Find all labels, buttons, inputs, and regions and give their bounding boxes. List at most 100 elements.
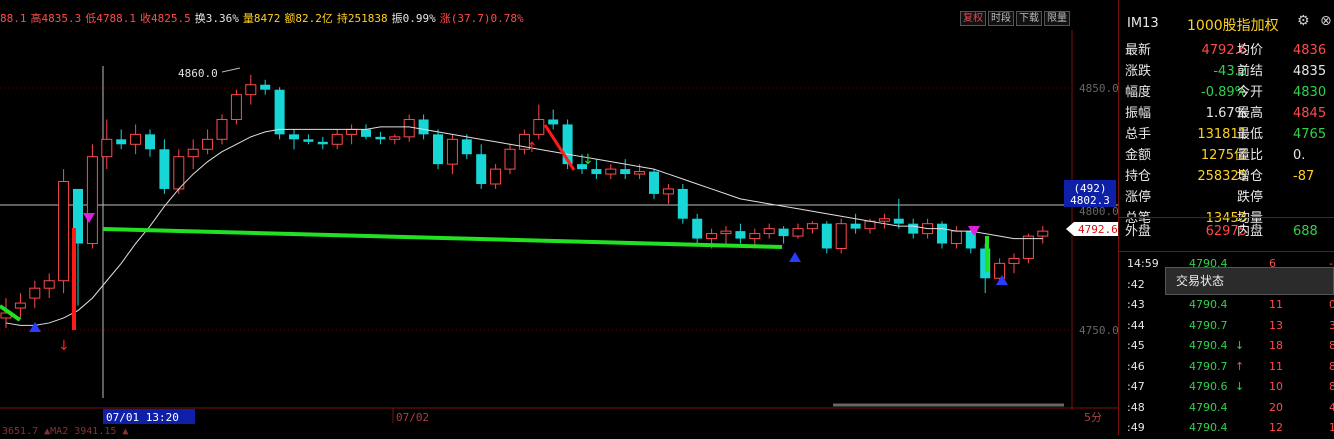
candle-body — [504, 148, 516, 170]
info-amplitude: 振0.99% — [391, 12, 436, 25]
contract-name[interactable]: 1000股指加权 — [1187, 15, 1279, 35]
tick-volume: 12 — [1269, 421, 1283, 434]
peak-label: 4860.0 — [178, 67, 218, 80]
tick-price: 4790.6 — [1189, 380, 1228, 393]
candle-body — [1022, 235, 1034, 259]
quote-value-2: 0. — [1293, 148, 1306, 163]
quote-row: 总手 131811 最低 4765 — [1125, 124, 1334, 145]
candle-body — [548, 119, 559, 125]
candle-body — [591, 169, 602, 175]
candle-body — [274, 89, 285, 135]
candle-body — [850, 223, 861, 229]
candle-body — [346, 128, 358, 135]
download-button[interactable]: 下载 — [1016, 11, 1042, 26]
bottom-indicator-text: 3651.7 ▲MA2 3941.15 ▲ — [2, 426, 128, 435]
candle-body — [1037, 230, 1049, 237]
candle-body — [533, 118, 545, 135]
gear-icon[interactable]: ⚙ — [1297, 13, 1310, 29]
tick-price: 4790.4 — [1189, 400, 1228, 414]
info-hold: 持251838 — [336, 12, 388, 25]
candle-body — [14, 302, 26, 309]
tick-time: :45 — [1127, 339, 1145, 352]
info-close: 收4825.5 — [140, 12, 191, 25]
tick-row: :47 4790.6 ↓ 10 8 — [1125, 377, 1334, 398]
candle-body — [403, 118, 415, 138]
time-range-button[interactable]: 时段 — [988, 11, 1014, 26]
tick-price: 4790.7 — [1189, 318, 1228, 332]
close-icon[interactable]: ⊗ — [1320, 13, 1332, 29]
tick-arrow: ↓ — [1235, 339, 1245, 352]
candle-body — [1008, 257, 1020, 264]
candle-body — [116, 139, 127, 145]
quote-label-2: 最高 — [1237, 106, 1264, 121]
candle-body — [361, 129, 371, 137]
tick-volume: 20 — [1269, 400, 1283, 414]
quote-label: 最新 — [1125, 43, 1152, 58]
tick-volume: 11 — [1269, 298, 1283, 311]
trade-status-popup[interactable]: 交易状态 — [1165, 267, 1334, 295]
inner-label: 内盘 — [1237, 224, 1264, 239]
quote-label-2: 量比 — [1237, 148, 1264, 163]
tick-net: 8 — [1329, 359, 1334, 373]
quote-value-2: 4765 — [1293, 127, 1327, 142]
tick-price: 4790.4 — [1189, 421, 1228, 434]
candle-body — [692, 218, 703, 239]
candle-body — [461, 139, 472, 155]
candle-body — [389, 136, 401, 140]
candle-body — [864, 220, 876, 230]
quote-label: 涨停 — [1125, 190, 1152, 205]
tick-volume: 13 — [1269, 318, 1283, 332]
limit-button[interactable]: 限量 — [1044, 11, 1070, 26]
quote-label-2: 跌停 — [1237, 190, 1264, 205]
quote-row: 涨停 跌停 — [1125, 187, 1334, 208]
candle-body — [792, 228, 804, 237]
quote-label: 振幅 — [1125, 106, 1152, 121]
candle-body — [878, 218, 890, 222]
quote-label-2: 今开 — [1237, 85, 1264, 100]
quote-label: 幅度 — [1125, 85, 1152, 100]
candle-body — [159, 149, 170, 189]
candle-body — [187, 148, 199, 158]
quote-label: 金额 — [1125, 148, 1152, 163]
info-amount: 额82.2亿 — [284, 12, 333, 25]
candle-body — [130, 133, 142, 145]
tick-time: :44 — [1127, 318, 1145, 332]
candle-body — [706, 233, 718, 240]
tick-time: :46 — [1127, 359, 1145, 373]
tick-row: :48 4790.4 20 4 — [1125, 398, 1334, 419]
period-label: 5分 — [1084, 411, 1102, 424]
candle-body — [476, 154, 487, 184]
candle-body — [937, 223, 947, 244]
candle-body — [331, 133, 343, 145]
candle-body — [230, 94, 242, 120]
candle-group — [0, 74, 1049, 328]
tick-volume: 10 — [1269, 380, 1283, 393]
chart-toolbar: 复权 时段 下载 限量 — [960, 11, 1070, 26]
trend-line-green — [102, 227, 783, 249]
candle-body — [43, 280, 55, 289]
candle-body — [720, 230, 732, 235]
quote-label: 涨跌 — [1125, 64, 1152, 79]
candle-body — [145, 134, 155, 150]
quote-row: 最新 4792.6 均价 4836 — [1125, 40, 1334, 61]
candle-body — [763, 228, 775, 235]
candle-body — [778, 228, 789, 237]
tick-arrow: ↑ — [1235, 359, 1245, 373]
day-label: 07/02 — [396, 411, 429, 424]
candle-body — [216, 118, 228, 140]
kline-chart[interactable]: ↓ ↑ ↓ 4860.0 4850.0 4800.0 4750.0 (492) … — [0, 0, 1118, 435]
tick-net: 1 — [1329, 421, 1334, 434]
tick-price: 4790.4 — [1189, 298, 1228, 311]
candle-body — [245, 84, 257, 96]
candle-body — [994, 262, 1006, 279]
info-low: 低4788.1 — [85, 12, 136, 25]
candle-body — [260, 84, 271, 90]
cursor-price: 4802.3 — [1070, 194, 1110, 207]
candle-body — [101, 138, 113, 158]
tick-price: 4790.4 — [1189, 339, 1228, 352]
bar-info-line: 88.1 高4835.3 低4788.1 收4825.5 换3.36% 量8472 额82.… — [0, 11, 528, 27]
restore-rights-button[interactable]: 复权 — [960, 11, 986, 26]
candle-body — [446, 138, 458, 165]
inner-value: 688 — [1293, 224, 1318, 239]
divider — [1119, 217, 1334, 218]
